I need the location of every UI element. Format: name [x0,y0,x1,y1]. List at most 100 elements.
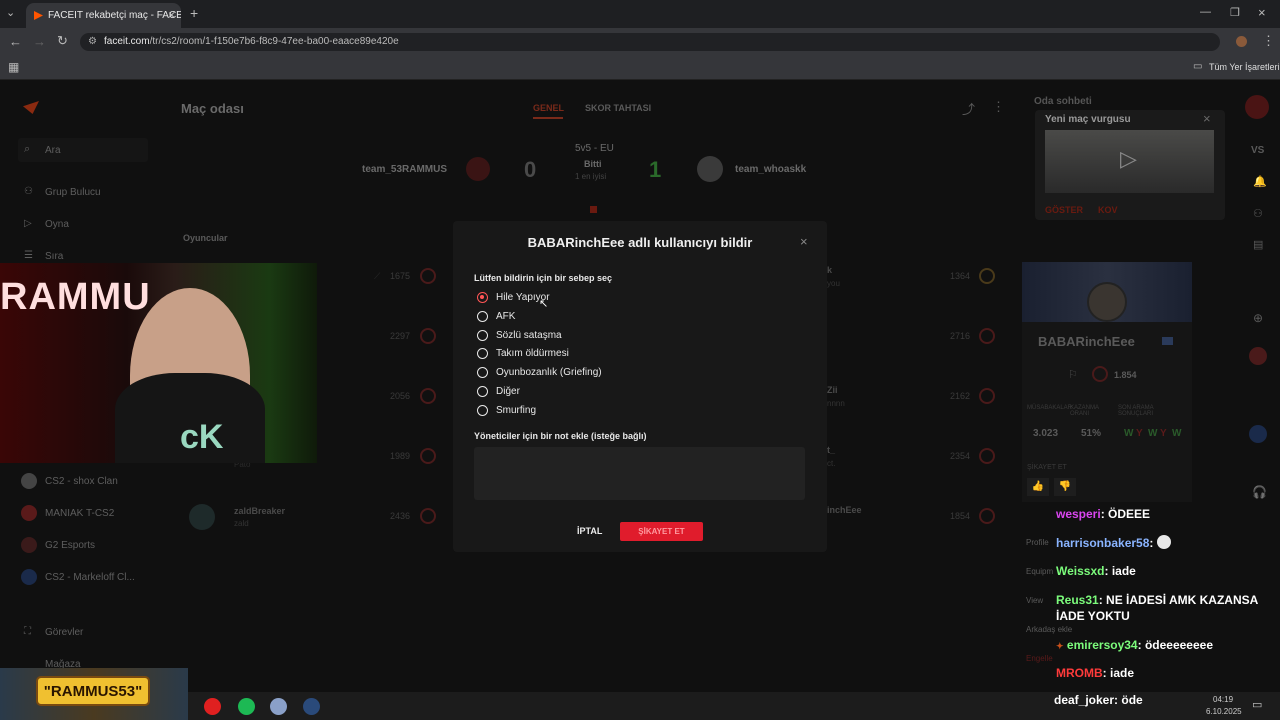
webcam-neon-text: RAMMU [0,276,151,318]
support-icon[interactable]: 🎧 [1252,485,1267,499]
thumbs-down-icon[interactable]: 👎 [1054,478,1076,496]
apps-grid-icon[interactable]: ▦ [8,60,19,74]
vs-icon[interactable]: VS [1251,145,1264,156]
highlight-thumbnail[interactable]: ▷ [1045,130,1214,193]
app-icon[interactable] [270,698,287,715]
radio-afk[interactable] [477,311,488,322]
club-item[interactable]: CS2 - shox Clan [45,476,118,487]
tab-overview[interactable]: GENEL [533,103,564,113]
profile-name[interactable]: BABARinchEee [1038,334,1135,349]
reason-label[interactable]: Sözlü sataşma [496,330,562,341]
youtube-icon[interactable] [204,698,221,715]
steam-icon[interactable] [303,698,320,715]
club-icon[interactable] [1249,425,1267,443]
player-name[interactable]: t_ [827,445,835,455]
player-sub: you [827,279,840,288]
radio-smurfing[interactable] [477,405,488,416]
messages-icon[interactable]: ▤ [1253,238,1263,251]
sidebar-search[interactable]: ⌕ Ara [18,138,148,162]
reason-label[interactable]: Diğer [496,386,520,397]
player-name[interactable]: Zii [827,385,838,395]
club-icon[interactable] [1249,347,1267,365]
site-info-icon[interactable]: ⚙ [88,36,97,47]
spotify-icon[interactable] [238,698,255,715]
highlight-dismiss-button[interactable]: KOV [1098,205,1118,215]
club-item[interactable]: G2 Esports [45,540,95,551]
profile-elo: 1.854 [1114,370,1137,380]
sidebar-item-tasks[interactable]: Görevler [45,627,83,638]
team1-name[interactable]: team_53RAMMUS [362,164,447,175]
clock-date[interactable]: 6.10.2025 [1206,707,1242,716]
run-icon: ⚐ [1068,369,1078,381]
forward-icon[interactable]: → [33,34,46,49]
user-avatar[interactable] [1245,95,1269,119]
chat-side-label: Equipm [1026,567,1054,576]
tab-scoreboard[interactable]: SKOR TAHTASI [585,103,651,113]
sidebar-item-play[interactable]: Oyna [45,219,69,230]
clock-time[interactable]: 04:19 [1213,695,1233,704]
club-item[interactable]: MANIAK T-CS2 [45,508,114,519]
reload-icon[interactable]: ↻ [57,33,68,49]
highlight-show-button[interactable]: GÖSTER [1045,205,1083,215]
share-icon[interactable]: ⤴ [962,99,975,118]
reason-label[interactable]: Takım öldürmesi [496,348,569,359]
player-name[interactable]: inchEee [827,505,862,515]
skill-level-icon [420,448,436,464]
radio-cheating[interactable] [477,292,488,303]
chat-message: ✦ emirersoy34: ödeeeeeeee [1056,638,1214,652]
restore-icon[interactable]: ❐ [1230,6,1240,19]
add-icon[interactable]: ⊕ [1253,311,1263,325]
note-textarea[interactable] [474,447,805,500]
more-icon[interactable]: ⋮ [992,99,1005,115]
tab-close-icon[interactable]: × [168,8,175,22]
notification-center-icon[interactable]: ▭ [1252,698,1262,711]
url-host: faceit.com [104,36,150,47]
highlight-close-icon[interactable]: × [1203,111,1211,126]
profile-avatar-icon[interactable] [1236,36,1247,47]
skill-level-icon [979,448,995,464]
all-bookmarks-label[interactable]: Tüm Yer İşaretleri [1209,62,1280,72]
radio-griefing[interactable] [477,367,488,378]
radio-other[interactable] [477,386,488,397]
sidebar-item-group-finder[interactable]: Grup Bulucu [45,187,101,198]
chat-user: harrisonbaker58 [1056,536,1150,550]
browser-tab[interactable]: FACEIT rekabetçi maç - FACEIT.c × [26,3,181,28]
chat-text: iade [1111,564,1136,578]
player-name[interactable]: k [827,265,832,275]
player-sub: nnnn [827,399,845,408]
bookmarks-folder-icon[interactable]: ▭ [1193,61,1202,72]
recent-result: W [1124,428,1134,439]
team2-name[interactable]: team_whoaskk [735,164,806,175]
new-tab-icon[interactable]: + [190,5,198,21]
club-item[interactable]: CS2 - Markeloff Cl... [45,572,135,583]
reason-label[interactable]: AFK [496,311,515,322]
dialog-close-icon[interactable]: × [800,234,808,249]
window-close-icon[interactable]: × [1258,5,1266,20]
chat-side-label: Engelle [1026,654,1053,663]
browser-menu-icon[interactable]: ⋮ [1262,33,1275,49]
room-chat-label[interactable]: Oda sohbeti [1034,96,1092,107]
matches-label: MÜSABAKALAR [1027,405,1073,411]
chat-side-label: Profile [1026,538,1049,547]
reason-label[interactable]: Smurfing [496,405,536,416]
player-name[interactable]: zaldBreaker [234,506,285,516]
sidebar-item-queue[interactable]: Sıra [45,251,63,262]
club-avatar [21,537,37,553]
thumbs-up-icon[interactable]: 👍 [1027,478,1049,496]
submit-report-button[interactable]: ŞİKAYET ET [620,522,703,541]
dialog-title: BABARinchEee adlı kullanıcıyı bildir [527,235,753,250]
group-finder-icon: ⚇ [24,186,33,197]
minimize-icon[interactable]: — [1200,6,1211,18]
player-elo: 1989 [390,451,411,461]
friends-icon[interactable]: ⚇ [1253,207,1263,220]
cancel-button[interactable]: İPTAL [577,526,602,536]
url-field[interactable]: ⚙ faceit.com/tr/cs2/room/1-f150e7b6-f8c9… [80,33,1220,51]
radio-team-kill[interactable] [477,348,488,359]
tab-search-icon[interactable]: ⌄ [6,6,15,19]
page-title: Maç odası [181,101,244,116]
reason-label[interactable]: Oyunbozanlık (Griefing) [496,367,602,378]
radio-verbal-abuse[interactable] [477,330,488,341]
recent-result: Y [1136,428,1143,439]
notifications-icon[interactable]: 🔔 [1253,175,1267,188]
back-icon[interactable]: ← [9,34,22,49]
